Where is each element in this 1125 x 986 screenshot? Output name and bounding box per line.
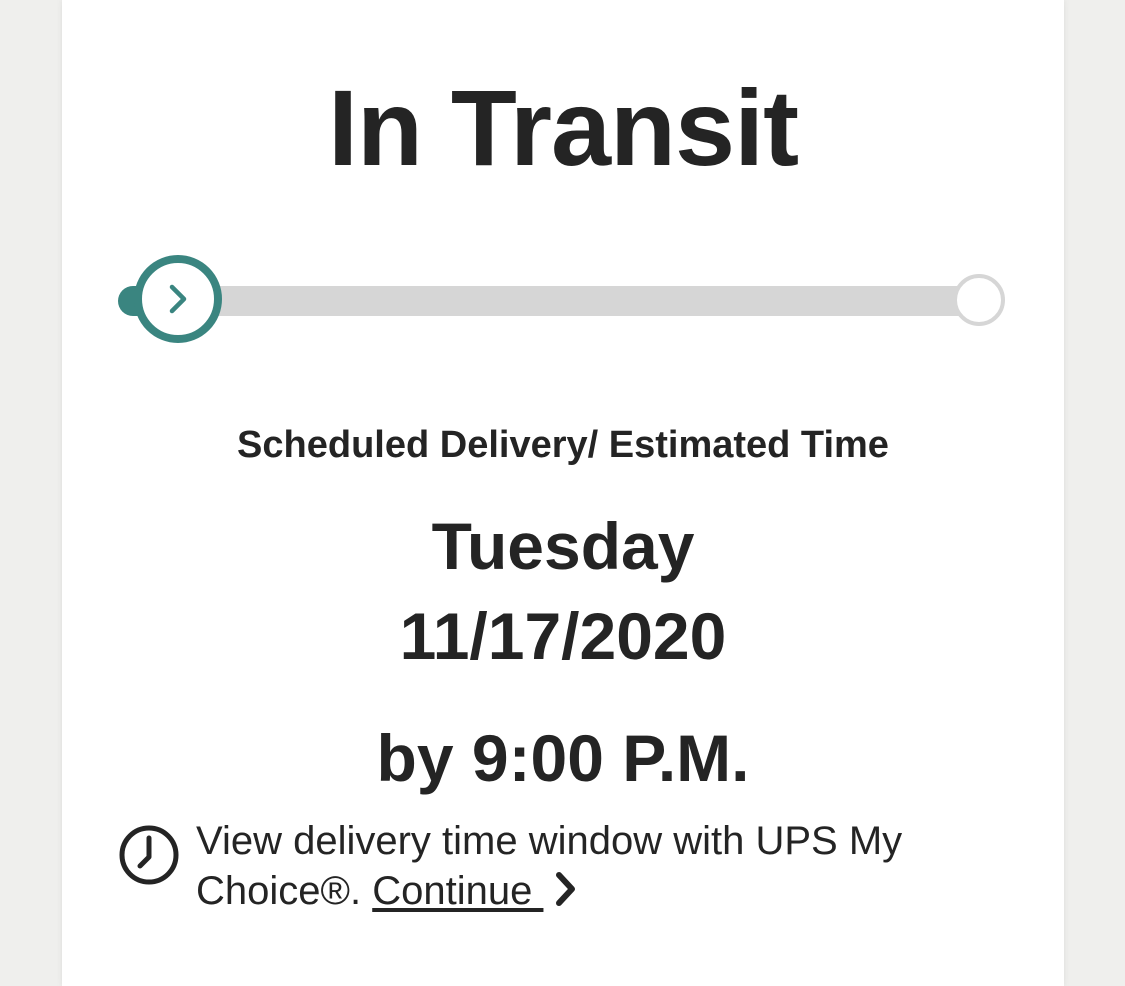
delivery-time: by 9:00 P.M.	[376, 721, 750, 795]
chevron-right-icon[interactable]	[553, 870, 579, 908]
scheduled-delivery-label: Scheduled Delivery/ Estimated Time	[237, 424, 889, 466]
chevron-right-icon	[169, 284, 187, 314]
clock-icon	[119, 825, 179, 885]
continue-link[interactable]: Continue	[372, 869, 543, 913]
progress-end-marker	[953, 274, 1005, 326]
delivery-progress-bar	[118, 250, 1006, 350]
status-title: In Transit	[327, 67, 799, 188]
progress-track	[158, 286, 978, 316]
my-choice-message: View delivery time window with UPS My Ch…	[196, 819, 903, 913]
delivery-day: Tuesday	[431, 509, 695, 583]
delivery-date: 11/17/2020	[399, 599, 727, 673]
delivery-window-text: View delivery time window with UPS My Ch…	[196, 816, 996, 916]
tracking-status-card: In Transit Scheduled Delivery/ Estimated…	[62, 0, 1064, 986]
progress-start-marker	[134, 255, 222, 343]
